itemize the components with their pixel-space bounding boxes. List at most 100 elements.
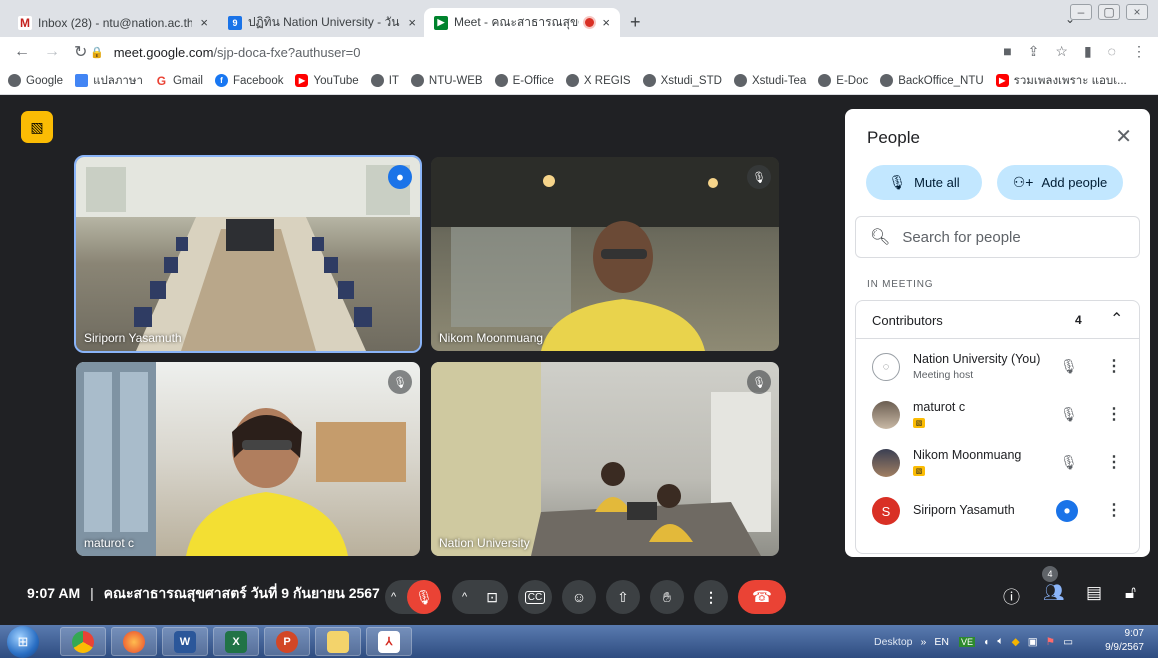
url-host: meet.google.com: [113, 44, 214, 60]
app-tray-icon[interactable]: VE: [958, 636, 975, 647]
taskbar-chrome[interactable]: [60, 627, 106, 656]
present-screen-button[interactable]: ⇧: [606, 580, 640, 614]
video-tile[interactable]: ⦁ Siriporn Yasamuth: [74, 155, 422, 353]
tab-gmail[interactable]: M Inbox (28) - ntu@nation.ac.th - N ×: [8, 8, 218, 37]
more-options-icon[interactable]: ⋮: [1106, 500, 1122, 520]
close-panel-icon[interactable]: ✕: [1115, 124, 1132, 149]
more-options-icon[interactable]: ⋮: [1106, 404, 1122, 424]
host-controls-icon[interactable]: 🔓︎: [1125, 583, 1136, 603]
address-bar[interactable]: 🔒 meet.google.com/sjp-doca-fxe?authuser=…: [90, 41, 950, 63]
bookmark-google[interactable]: Google: [8, 74, 63, 87]
browser-toolbar: ← → ↻ 🔒 meet.google.com/sjp-doca-fxe?aut…: [0, 37, 1158, 67]
new-tab-button[interactable]: +: [630, 12, 641, 33]
mic-off-icon[interactable]: 🎙︎: [1060, 454, 1078, 471]
leave-call-button[interactable]: ☎: [738, 580, 786, 614]
bookmark-xstudi-std[interactable]: Xstudi_STD: [642, 74, 722, 87]
camera-off-icon[interactable]: ▧: [21, 111, 53, 143]
camera-in-use-icon[interactable]: ■: [1003, 43, 1011, 60]
desktop-toolbar-label[interactable]: Desktop: [874, 636, 913, 648]
language-indicator[interactable]: EN: [934, 636, 949, 648]
bookmark-gmail[interactable]: G Gmail: [154, 74, 203, 88]
forward-icon[interactable]: →: [44, 43, 60, 61]
contributors-header[interactable]: Contributors 4 ⌃: [856, 301, 1139, 339]
close-icon[interactable]: ×: [408, 15, 416, 30]
chevron-up-icon[interactable]: ^: [391, 591, 396, 603]
side-panel-icon[interactable]: ▮: [1084, 43, 1092, 60]
url-path: /sjp-doca-fxe?authuser=0: [213, 44, 361, 60]
maximize-button[interactable]: ▢: [1098, 4, 1120, 20]
mic-off-icon[interactable]: 🎙︎: [1060, 358, 1078, 375]
bookmark-translate[interactable]: แปลภาษา: [75, 72, 143, 90]
taskbar-clock[interactable]: 9:07 9/9/2567: [1105, 627, 1144, 655]
search-people-input[interactable]: 🔍︎ Search for people: [855, 216, 1140, 258]
chat-icon[interactable]: ▤: [1086, 583, 1102, 603]
mic-off-icon[interactable]: 🎙︎: [1060, 406, 1078, 423]
search-icon: 🔍︎: [870, 229, 891, 246]
add-people-button[interactable]: ⚇+ Add people: [997, 165, 1123, 200]
youtube-icon: ▶: [295, 74, 309, 87]
bookmark-it[interactable]: IT: [370, 74, 399, 87]
bookmark-youtube[interactable]: ▶ YouTube: [295, 74, 359, 87]
power-icon[interactable]: ▭: [1063, 636, 1073, 648]
tab-calendar[interactable]: 9 ปฏิทิน Nation University - วันจันท ×: [218, 8, 426, 37]
hand-icon: ✋︎: [663, 588, 671, 605]
menu-kebab-icon[interactable]: ⋮: [1132, 43, 1146, 60]
bookmark-ntu-web[interactable]: NTU-WEB: [410, 74, 483, 87]
taskbar-acrobat[interactable]: ⅄: [366, 627, 412, 656]
video-tile[interactable]: 🎙︎ Nikom Moonmuang: [431, 157, 779, 351]
more-options-icon[interactable]: ⋮: [1106, 356, 1122, 376]
bookmark-music[interactable]: ▶ รวมเพลงเพราะ แอบเ...: [995, 72, 1127, 90]
captions-button[interactable]: CC: [518, 580, 552, 614]
profile-icon[interactable]: ◌: [1108, 43, 1116, 60]
taskbar-word[interactable]: W: [162, 627, 208, 656]
video-tile[interactable]: 🎙︎ maturot c: [76, 362, 420, 556]
taskbar-file-explorer[interactable]: [315, 627, 361, 656]
mute-all-button[interactable]: 🎙︎ Mute all: [866, 165, 982, 200]
bookmark-x-regis[interactable]: X REGIS: [565, 74, 631, 87]
emoji-reaction-button[interactable]: ☺: [562, 580, 596, 614]
tab-meet[interactable]: ▶ Meet - คณะสาธารณสุขศาสตร์ ×: [424, 8, 620, 37]
start-button[interactable]: ⊞: [7, 626, 39, 658]
video-camera-icon[interactable]: ⊡: [486, 589, 498, 606]
chevron-up-icon[interactable]: ⌃: [1110, 309, 1123, 329]
action-center-icon[interactable]: ⚑: [1046, 636, 1055, 648]
bookmark-star-icon[interactable]: ☆: [1055, 43, 1068, 60]
monitor-icon[interactable]: ▣: [1028, 636, 1038, 648]
security-icon[interactable]: ◆: [1012, 636, 1020, 648]
volume-icon[interactable]: 🔈︎: [997, 635, 1003, 648]
bookmark-label: X REGIS: [583, 74, 631, 87]
bookmark-e-doc[interactable]: E-Doc: [818, 74, 868, 87]
close-window-button[interactable]: ×: [1126, 4, 1148, 20]
reload-icon[interactable]: ↻: [74, 42, 87, 62]
conference-room-image: [76, 157, 420, 351]
mic-off-icon[interactable]: 🎙︎: [407, 580, 441, 614]
network-icon[interactable]: ◖: [983, 636, 989, 648]
add-person-icon: ⚇+: [1012, 174, 1034, 190]
bookmark-label: รวมเพลงเพราะ แอบเ...: [1013, 74, 1127, 87]
bookmark-e-office[interactable]: E-Office: [494, 74, 554, 87]
chevron-up-icon[interactable]: ^: [462, 591, 467, 603]
bookmark-backoffice[interactable]: BackOffice_NTU: [880, 74, 984, 87]
close-icon[interactable]: ×: [200, 15, 208, 30]
more-options-button[interactable]: ⋮: [694, 580, 728, 614]
close-icon[interactable]: ×: [602, 15, 610, 30]
taskbar-excel[interactable]: X: [213, 627, 259, 656]
chevron-right-icon[interactable]: »: [921, 636, 927, 648]
more-options-icon[interactable]: ⋮: [1106, 452, 1122, 472]
taskbar-time: 9:07: [1124, 628, 1144, 639]
participant-video-image: [431, 157, 779, 351]
taskbar-firefox[interactable]: [111, 627, 157, 656]
meeting-info-icon[interactable]: ⓘ: [1003, 583, 1020, 608]
globe-icon: [8, 74, 21, 87]
share-icon[interactable]: ⇪: [1028, 43, 1040, 60]
back-icon[interactable]: ←: [14, 43, 30, 61]
raise-hand-button[interactable]: ✋︎: [650, 580, 684, 614]
lock-icon[interactable]: 🔒: [90, 46, 104, 59]
video-tile[interactable]: 🎙︎ Nation University: [431, 362, 779, 556]
bookmark-xstudi-tea[interactable]: Xstudi-Tea: [733, 74, 806, 87]
minimize-button[interactable]: –: [1070, 4, 1092, 20]
globe-icon: [494, 74, 508, 87]
bookmark-facebook[interactable]: f Facebook: [214, 74, 283, 87]
people-icon[interactable]: 👥︎: [1043, 583, 1065, 603]
taskbar-powerpoint[interactable]: P: [264, 627, 310, 656]
